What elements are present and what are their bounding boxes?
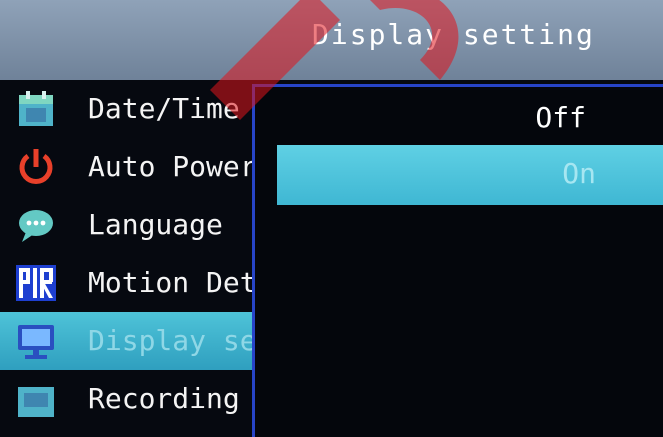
menu-item-display-setting[interactable]: Display setting xyxy=(0,312,260,370)
menu-item-label: Auto Power Off xyxy=(88,150,260,183)
page-title: Display setting xyxy=(312,18,595,51)
menu-item-date-time[interactable]: Date/Time xyxy=(0,80,260,138)
option-label: Off xyxy=(535,101,586,134)
calendar-icon xyxy=(19,91,53,126)
chat-bubble-icon xyxy=(19,210,53,242)
option-off[interactable]: Off xyxy=(277,89,663,149)
menu-item-label: Language xyxy=(88,208,223,241)
pir-icon xyxy=(16,265,56,301)
menu-item-label: Display setting xyxy=(88,324,260,357)
menu-item-label: Recording xyxy=(88,382,240,415)
option-on[interactable]: On xyxy=(277,145,663,205)
settings-menu: Date/Time Auto Power Off Language xyxy=(0,80,260,437)
menu-item-motion-detection[interactable]: Motion Detection xyxy=(0,254,260,312)
title-bar: Display setting xyxy=(0,0,663,80)
menu-item-auto-power-off[interactable]: Auto Power Off xyxy=(0,138,260,196)
menu-item-label: Motion Detection xyxy=(88,266,260,299)
power-icon xyxy=(19,149,53,184)
menu-item-language[interactable]: Language xyxy=(0,196,260,254)
menu-item-label: Date/Time xyxy=(88,92,240,125)
option-label: On xyxy=(562,157,596,190)
display-setting-options: Off On xyxy=(252,84,663,437)
menu-item-recording[interactable]: Recording xyxy=(0,370,260,428)
recording-icon xyxy=(18,387,54,417)
monitor-icon xyxy=(18,325,54,359)
camera-settings-screen: Display setting Date/Time Auto Power Off xyxy=(0,0,663,437)
